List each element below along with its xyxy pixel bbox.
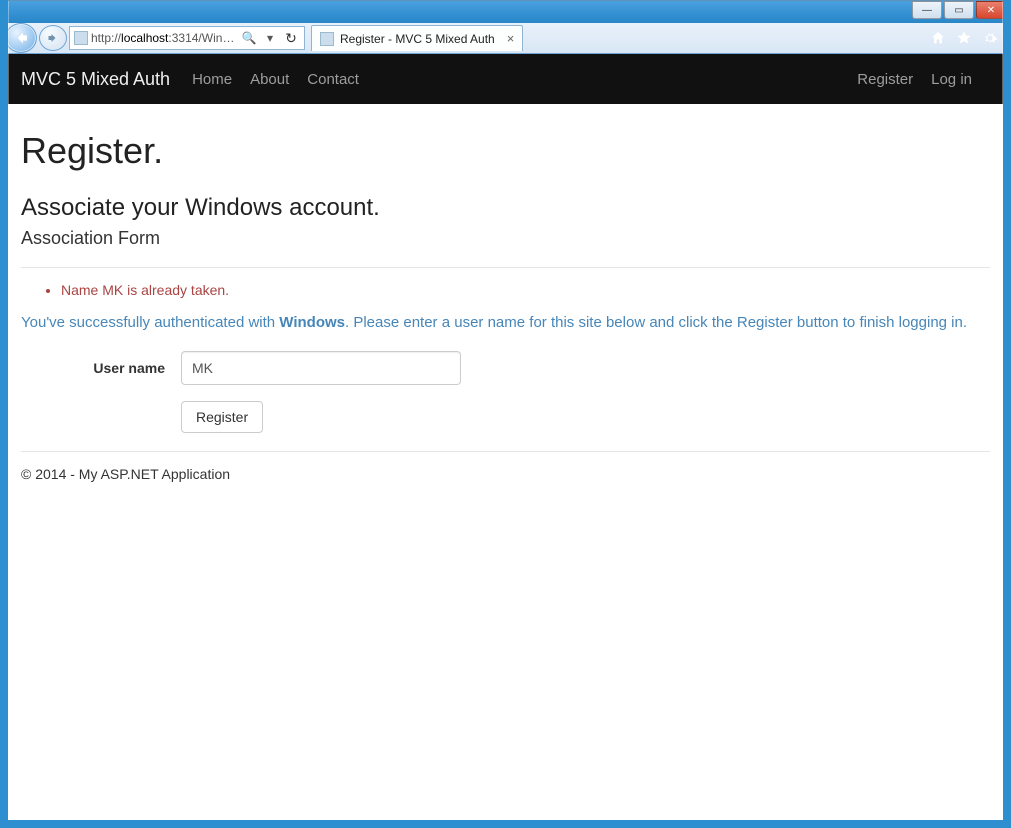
register-button[interactable]: Register xyxy=(181,401,263,433)
browser-tab[interactable]: Register - MVC 5 Mixed Auth × xyxy=(311,25,523,51)
window-close-button[interactable]: ✕ xyxy=(976,1,1006,19)
nav-link-register[interactable]: Register xyxy=(857,71,913,88)
close-icon: ✕ xyxy=(987,5,995,16)
home-icon[interactable] xyxy=(930,30,946,46)
browser-toolbar: http://localhost:3314/Windows 🔍 ▾ ↻ Regi… xyxy=(1,23,1010,54)
nav-link-contact[interactable]: Contact xyxy=(307,71,359,88)
form-header: Association Form xyxy=(21,228,990,249)
minimize-icon: — xyxy=(922,5,932,16)
info-text-post: . Please enter a user name for this site… xyxy=(345,314,967,331)
arrow-right-icon xyxy=(47,32,59,44)
arrow-left-icon xyxy=(13,30,29,46)
url-path: :3314/Windows xyxy=(168,31,237,45)
divider xyxy=(21,267,990,268)
page-viewport: MVC 5 Mixed Auth Home About Contact Regi… xyxy=(1,54,1010,827)
page-subtitle: Associate your Windows account. xyxy=(21,194,990,222)
username-label: User name xyxy=(21,360,181,376)
tools-gear-icon[interactable] xyxy=(982,30,998,46)
address-bar[interactable]: http://localhost:3314/Windows 🔍 ▾ ↻ xyxy=(69,26,305,50)
window-minimize-button[interactable]: — xyxy=(912,1,942,19)
nav-link-about[interactable]: About xyxy=(250,71,289,88)
browser-right-controls xyxy=(930,30,1006,46)
refresh-button[interactable]: ↻ xyxy=(282,30,300,47)
page-title: Register. xyxy=(21,130,990,172)
tab-title: Register - MVC 5 Mixed Auth xyxy=(340,32,495,46)
info-text-pre: You've successfully authenticated with xyxy=(21,314,279,331)
favorites-icon[interactable] xyxy=(956,30,972,46)
nav-link-home[interactable]: Home xyxy=(192,71,232,88)
window-titlebar: — ▭ ✕ xyxy=(1,1,1010,23)
navbar-brand[interactable]: MVC 5 Mixed Auth xyxy=(21,69,170,90)
page-favicon-icon xyxy=(74,31,88,45)
validation-summary: Name MK is already taken. xyxy=(61,282,990,298)
nav-forward-button[interactable] xyxy=(39,25,67,51)
maximize-icon: ▭ xyxy=(954,5,963,16)
search-icon[interactable]: 🔍 xyxy=(240,31,258,45)
nav-link-login[interactable]: Log in xyxy=(931,71,972,88)
info-message: You've successfully authenticated with W… xyxy=(21,312,990,333)
window-maximize-button[interactable]: ▭ xyxy=(944,1,974,19)
username-input[interactable] xyxy=(181,351,461,385)
url-host: localhost xyxy=(121,31,168,45)
url-scheme: http:// xyxy=(91,31,121,45)
footer-divider xyxy=(21,451,990,452)
page-footer: © 2014 - My ASP.NET Application xyxy=(21,466,990,482)
address-url: http://localhost:3314/Windows xyxy=(91,31,237,45)
nav-back-button[interactable] xyxy=(5,23,37,53)
site-navbar: MVC 5 Mixed Auth Home About Contact Regi… xyxy=(1,54,1010,104)
tab-favicon-icon xyxy=(320,32,334,46)
info-provider-name: Windows xyxy=(279,314,345,331)
validation-error-item: Name MK is already taken. xyxy=(61,282,990,298)
tab-close-button[interactable]: × xyxy=(507,31,515,46)
address-dropdown-icon[interactable]: ▾ xyxy=(261,31,279,45)
